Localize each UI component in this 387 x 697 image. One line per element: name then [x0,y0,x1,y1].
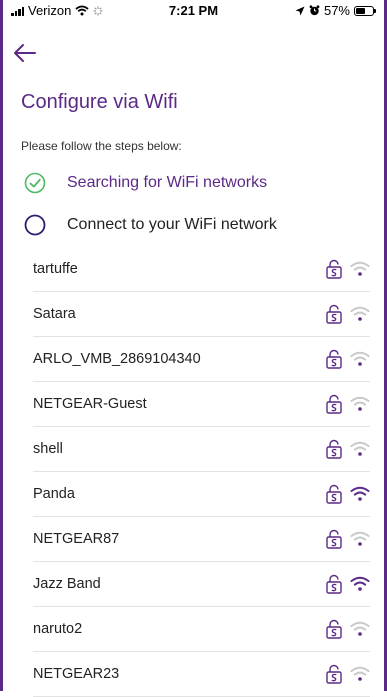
lock-icon [326,259,342,279]
lock-icon [326,574,342,594]
lock-icon [326,349,342,369]
check-circle-icon [24,172,46,194]
page-subtitle: Please follow the steps below: [21,139,182,153]
wifi-signal-icon [350,621,370,636]
lock-icon [326,529,342,549]
network-name: NETGEAR23 [33,666,120,682]
network-row[interactable]: NETGEAR-Guest [33,382,370,427]
network-name: Jazz Band [33,576,101,592]
step-connect: Connect to your WiFi network [24,214,277,236]
network-name: naruto2 [33,621,83,637]
circle-icon [24,214,46,236]
network-row[interactable]: Panda [33,472,370,517]
wifi-signal-icon [350,351,370,366]
network-row[interactable]: Satara [33,292,370,337]
network-name: tartuffe [33,261,78,277]
lock-icon [326,664,342,684]
lock-icon [326,619,342,639]
network-row[interactable]: ARLO_VMB_2869104340 [33,337,370,382]
lock-icon [326,394,342,414]
back-arrow-icon [14,44,36,62]
network-row[interactable]: shell [33,427,370,472]
wifi-signal-icon [350,531,370,546]
wifi-signal-icon [350,666,370,681]
page-title: Configure via Wifi [21,91,178,113]
battery-icon [354,5,376,16]
wifi-signal-icon [350,261,370,276]
network-name: ARLO_VMB_2869104340 [33,351,201,367]
status-bar: Verizon 7:21 PM 57% [3,0,384,20]
battery-percentage: 57% [323,3,350,18]
network-name: NETGEAR-Guest [33,396,147,412]
lock-icon [326,439,342,459]
wifi-signal-icon [350,306,370,321]
wifi-signal-icon [350,396,370,411]
network-row[interactable]: NETGEAR23 [33,652,370,697]
network-row[interactable]: tartuffe [33,247,370,292]
wifi-signal-icon [350,576,370,591]
alarm-icon [309,5,320,16]
network-name: Satara [33,306,76,322]
network-name: Panda [33,486,75,502]
lock-icon [326,484,342,504]
location-icon [295,6,305,15]
wifi-signal-icon [350,441,370,456]
status-bar-right: 57% [295,3,376,18]
battery-level [356,7,365,14]
step-searching: Searching for WiFi networks [24,172,267,194]
back-button[interactable] [11,41,39,65]
lock-icon [326,304,342,324]
network-list: tartuffe Satara ARLO_VMB_2869104340 NETGEAR… [33,247,370,697]
network-row[interactable]: Jazz Band [33,562,370,607]
wifi-signal-icon [350,486,370,501]
network-row[interactable]: naruto2 [33,607,370,652]
step-searching-label: Searching for WiFi networks [67,174,268,191]
network-name: NETGEAR87 [33,531,120,547]
step-connect-label: Connect to your WiFi network [67,216,277,233]
network-name: shell [33,441,63,457]
network-row[interactable]: NETGEAR87 [33,517,370,562]
